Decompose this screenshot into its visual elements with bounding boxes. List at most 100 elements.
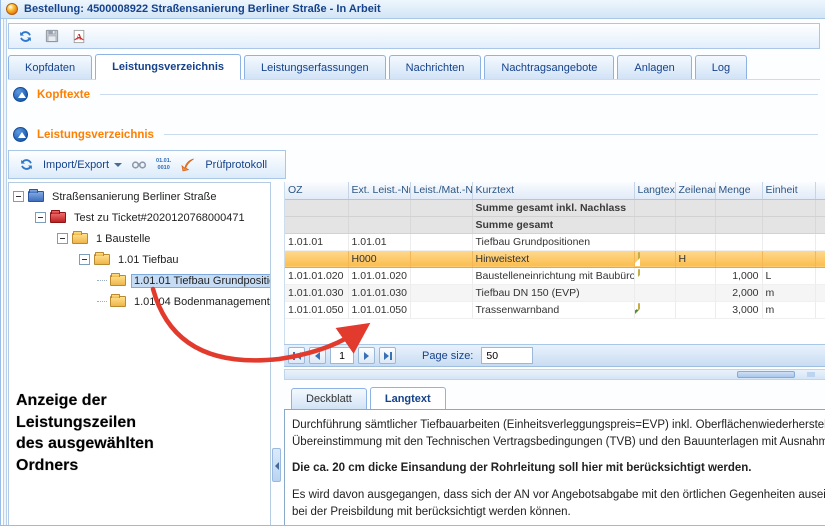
grid-row[interactable]: Summe gesamt xyxy=(285,216,825,233)
tab-log[interactable]: Log xyxy=(695,55,747,79)
cell-einheit: L xyxy=(762,267,815,284)
tab-nachrichten[interactable]: Nachrichten xyxy=(389,55,482,79)
cell-oz: 1.01.01.020 xyxy=(285,267,348,284)
tree-item-grundpositionen[interactable]: 1.01.01 Tiefbau Grundpositionen xyxy=(9,270,270,291)
next-page-button[interactable] xyxy=(358,347,375,364)
note-edit-icon[interactable] xyxy=(638,303,640,317)
horizontal-scrollbar[interactable] xyxy=(284,369,825,380)
cell-menge: 1,000 xyxy=(715,267,762,284)
collapse-node-icon[interactable] xyxy=(13,191,24,202)
cell-einheit xyxy=(762,250,815,267)
save-icon[interactable] xyxy=(43,27,61,45)
cell-einheit xyxy=(762,199,815,216)
tab-label: Log xyxy=(712,62,730,74)
main-tabstrip: Kopfdaten Leistungsverzeichnis Leistungs… xyxy=(8,54,820,80)
tree-item-label[interactable]: Test zu Ticket#2020120768000471 xyxy=(71,211,248,225)
col-leist-mat-nr[interactable]: Leist./Mat.-Nr. xyxy=(410,182,472,199)
cell-ext xyxy=(348,199,410,216)
cell-kurztext: Tiefbau Grundpositionen xyxy=(472,233,634,250)
binoculars-icon[interactable] xyxy=(130,156,148,174)
lv-refresh-icon[interactable] xyxy=(17,156,35,174)
detail-tabstrip: Deckblatt Langtext xyxy=(291,386,446,409)
langtext-line: Übereinstimmung mit den Technischen Vert… xyxy=(292,434,825,451)
tab-anlagen[interactable]: Anlagen xyxy=(617,55,691,79)
cell-kurztext: Trassenwarnband xyxy=(472,301,634,318)
tree-connector xyxy=(97,301,107,302)
cell-einheit: m xyxy=(762,301,815,318)
note-icon[interactable] xyxy=(638,269,640,283)
grid-row[interactable]: 1.01.01.020 1.01.01.020 Baustelleneinric… xyxy=(285,267,825,284)
refresh-icon[interactable] xyxy=(16,27,34,45)
col-einheit[interactable]: Einheit xyxy=(762,182,815,199)
tab-label: Anlagen xyxy=(634,62,674,74)
cell-ext: 1.01.01 xyxy=(348,233,410,250)
tab-langtext[interactable]: Langtext xyxy=(370,387,446,410)
last-page-button[interactable] xyxy=(379,347,396,364)
folder-red-icon xyxy=(50,212,66,223)
col-oz[interactable]: OZ xyxy=(285,182,348,199)
tree-item-label[interactable]: 1.01.04 Bodenmanagement xyxy=(131,295,271,309)
col-zeilenart[interactable]: Zeilenart xyxy=(675,182,715,199)
cell-einheit xyxy=(762,233,815,250)
cell-ext: 1.01.01.020 xyxy=(348,267,410,284)
position-numbers-icon[interactable]: 01.01. 0010 xyxy=(156,158,171,171)
cell-oz: 1.01.01 xyxy=(285,233,348,250)
col-langtext[interactable]: Langtext xyxy=(634,182,675,199)
scrollbar-thumb[interactable] xyxy=(737,371,795,378)
tree-item-bodenmanagement[interactable]: 1.01.04 Bodenmanagement xyxy=(9,291,270,312)
splitter-collapse-handle[interactable] xyxy=(272,448,281,482)
page-number-input[interactable] xyxy=(330,347,354,364)
collapse-node-icon[interactable] xyxy=(79,254,90,265)
import-export-button[interactable]: Import/Export xyxy=(43,159,122,171)
col-ext-leist-nr[interactable]: Ext. Leist.-Nr. xyxy=(348,182,410,199)
col-menge[interactable]: Menge xyxy=(715,182,762,199)
prev-page-button[interactable] xyxy=(309,347,326,364)
tab-kopfdaten[interactable]: Kopfdaten xyxy=(8,55,92,79)
pdf-export-icon[interactable]: A xyxy=(70,27,88,45)
tab-nachtragsangebote[interactable]: Nachtragsangebote xyxy=(484,55,614,79)
cell-mat xyxy=(410,284,472,301)
tree-item-label[interactable]: 1 Baustelle xyxy=(93,232,153,246)
col-kurztext[interactable]: Kurztext xyxy=(472,182,634,199)
lv-section-header: Leistungsverzeichnis xyxy=(13,127,818,142)
tab-leistungserfassungen[interactable]: Leistungserfassungen xyxy=(244,55,386,79)
tree-item-label[interactable]: 1.01 Tiefbau xyxy=(115,253,182,267)
cell-langtext xyxy=(634,250,675,267)
tree-item-label-selected[interactable]: 1.01.01 Tiefbau Grundpositionen xyxy=(131,274,271,288)
grid-row[interactable]: 1.01.01.030 1.01.01.030 Tiefbau DN 150 (… xyxy=(285,284,825,301)
tree-item-label[interactable]: Straßensanierung Berliner Straße xyxy=(49,190,219,204)
tab-deckblatt[interactable]: Deckblatt xyxy=(291,388,367,409)
first-page-button[interactable] xyxy=(288,347,305,364)
page-size-input[interactable] xyxy=(481,347,533,364)
tree-item-root[interactable]: Straßensanierung Berliner Straße xyxy=(9,186,270,207)
pruefprotokoll-button[interactable]: Prüfprotokoll xyxy=(205,159,267,171)
position-icon-line1: 01.01. xyxy=(156,158,171,164)
section-divider xyxy=(164,134,818,135)
cell-einheit: m xyxy=(762,284,815,301)
page-size-label: Page size: xyxy=(422,350,473,362)
collapse-node-icon[interactable] xyxy=(57,233,68,244)
tab-leistungsverzeichnis[interactable]: Leistungsverzeichnis xyxy=(95,54,241,80)
grid-row[interactable]: Summe gesamt inkl. Nachlass xyxy=(285,199,825,216)
grid-header-row: OZ Ext. Leist.-Nr. Leist./Mat.-Nr. Kurzt… xyxy=(285,182,825,199)
cell-oz xyxy=(285,199,348,216)
grid-row-hint-selected[interactable]: H000 Hinweistext H xyxy=(285,250,825,267)
tab-label: Leistungsverzeichnis xyxy=(112,61,224,73)
tree-item-tiefbau[interactable]: 1.01 Tiefbau xyxy=(9,249,270,270)
title-bar: Bestellung: 4500008922 Straßensanierung … xyxy=(1,0,825,19)
flame-arrow-icon[interactable] xyxy=(179,156,197,174)
tree-item-baustelle[interactable]: 1 Baustelle xyxy=(9,228,270,249)
main-toolbar: A xyxy=(8,23,820,49)
cell-zeilenart xyxy=(675,284,715,301)
grid-row[interactable]: 1.01.01 1.01.01 Tiefbau Grundpositionen xyxy=(285,233,825,250)
cell-kurztext: Summe gesamt xyxy=(472,216,634,233)
grid-row[interactable]: 1.01.01.050 1.01.01.050 Trassenwarnband … xyxy=(285,301,825,318)
collapse-node-icon[interactable] xyxy=(35,212,46,223)
import-export-label: Import/Export xyxy=(43,159,109,171)
collapse-lv-icon[interactable] xyxy=(13,127,28,142)
langtext-line: Durchführung sämtlicher Tiefbauarbeiten … xyxy=(292,417,825,434)
collapse-kopftexte-icon[interactable] xyxy=(13,87,28,102)
tree-item-ticket[interactable]: Test zu Ticket#2020120768000471 xyxy=(9,207,270,228)
note-icon[interactable] xyxy=(638,252,640,266)
folder-yellow-icon xyxy=(110,296,126,307)
